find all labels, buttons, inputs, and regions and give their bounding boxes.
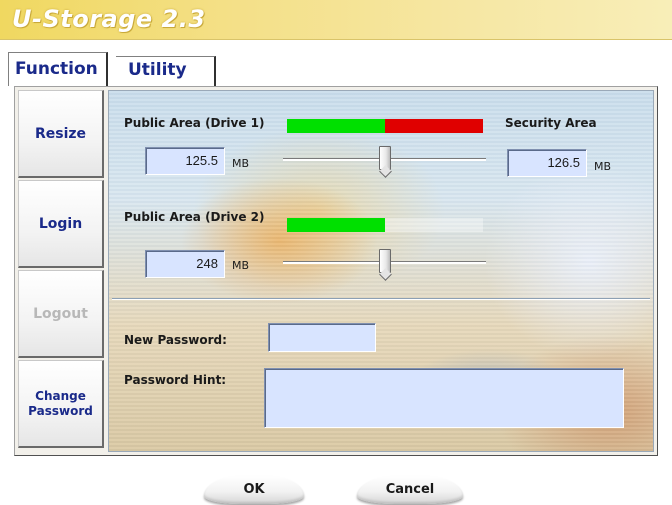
resize-button[interactable]: Resize bbox=[18, 90, 104, 178]
cancel-button[interactable]: Cancel bbox=[357, 476, 463, 504]
drive1-security-segment bbox=[385, 119, 483, 133]
section-divider bbox=[112, 298, 650, 300]
drive1-capacity-bar bbox=[287, 119, 483, 133]
drive1-label: Public Area (Drive 1) bbox=[124, 116, 265, 130]
drive2-unit: MB bbox=[232, 259, 250, 272]
change-password-button[interactable]: Change Password bbox=[18, 360, 104, 448]
security-area-label: Security Area bbox=[505, 116, 597, 130]
tab-function[interactable]: Function bbox=[8, 52, 108, 86]
ok-button[interactable]: OK bbox=[204, 476, 304, 504]
drive1-public-segment bbox=[287, 119, 385, 133]
drive2-capacity-bar bbox=[287, 218, 483, 232]
app-window: U-Storage 2.3 Function Utility Resize Lo… bbox=[0, 0, 672, 505]
drive2-label: Public Area (Drive 2) bbox=[124, 210, 265, 224]
security-size-field[interactable]: 126.5 bbox=[507, 149, 587, 177]
drive2-public-segment bbox=[287, 218, 385, 232]
drive1-slider-thumb[interactable] bbox=[379, 146, 391, 170]
logout-button: Logout bbox=[18, 270, 104, 358]
login-button[interactable]: Login bbox=[18, 180, 104, 268]
drive2-slider-thumb[interactable] bbox=[379, 249, 391, 273]
app-title: U-Storage 2.3 bbox=[12, 5, 206, 33]
function-sidebar: Resize Login Logout Change Password bbox=[18, 90, 104, 452]
title-bar: U-Storage 2.3 bbox=[0, 0, 672, 40]
drive2-size-field[interactable]: 248 bbox=[145, 250, 225, 278]
new-password-field[interactable] bbox=[268, 323, 376, 352]
security-unit: MB bbox=[594, 160, 612, 173]
tab-utility[interactable]: Utility bbox=[116, 56, 216, 86]
password-hint-field[interactable] bbox=[264, 368, 624, 428]
drive1-unit: MB bbox=[232, 157, 250, 170]
new-password-label: New Password: bbox=[124, 333, 227, 347]
drive1-size-field[interactable]: 125.5 bbox=[145, 147, 225, 175]
password-hint-label: Password Hint: bbox=[124, 373, 227, 387]
